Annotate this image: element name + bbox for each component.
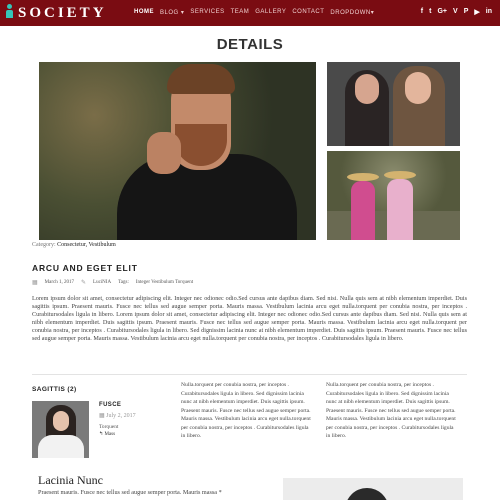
post-category: Category: Consectetur, Vestibulum (32, 242, 116, 248)
main-menu: HOME BLOG ▾ SERVICES TEAM GALLERY CONTAC… (134, 9, 374, 16)
post-meta: ▦ March 1, 2017 ✎ LuciNIA Tags: Integer … (32, 279, 193, 286)
post-tags[interactable]: Integer Vestibulum Torquent (136, 280, 193, 285)
youtube-icon[interactable]: ▶ (474, 8, 479, 16)
side-image-women-in-dresses (327, 151, 460, 240)
twitter-icon[interactable]: t (429, 8, 431, 16)
menu-home[interactable]: HOME (134, 9, 154, 16)
site-logo[interactable]: SOCIETY (5, 4, 107, 22)
post-author[interactable]: LuciNIA (93, 280, 111, 285)
calendar-icon: ▦ (32, 280, 38, 286)
logo-text: SOCIETY (18, 5, 107, 21)
text-column-1: Nulla.torquent per conubia nostra, per i… (181, 382, 311, 439)
avatar (32, 401, 89, 458)
tags-label: Tags: (118, 280, 129, 285)
facebook-icon[interactable]: f (421, 8, 423, 16)
menu-blog[interactable]: BLOG ▾ (160, 9, 184, 16)
comment-date: ▦ July 2, 2017 (99, 413, 136, 419)
promo-text: Praesent mauris. Fusce nec tellus sed au… (38, 489, 222, 496)
page-title: DETAILS (216, 36, 284, 53)
divider (32, 374, 467, 375)
menu-team[interactable]: TEAM (231, 9, 250, 16)
post-date: March 1, 2017 (44, 280, 74, 285)
reply-link[interactable]: ↰ Mass (99, 431, 115, 437)
post-body: Lorem ipsum dolor sit amet, consectetur … (32, 295, 467, 342)
category-value[interactable]: Consectetur, Vestibulum (57, 242, 116, 248)
edit-icon: ✎ (80, 280, 87, 286)
side-image-two-women (327, 62, 460, 146)
comment-author: FUSCE (99, 402, 122, 408)
linkedin-icon[interactable]: in (486, 8, 492, 16)
vimeo-icon[interactable]: V (453, 8, 458, 16)
promo-title: Lacinia Nunc (38, 473, 103, 487)
hero-image-bearded-man (39, 62, 316, 240)
comments-heading: SAGITTIS (2) (32, 386, 77, 393)
google-plus-icon[interactable]: G+ (437, 8, 447, 16)
promo-image (283, 478, 463, 500)
category-label: Category: (32, 242, 56, 248)
menu-services[interactable]: SERVICES (190, 9, 224, 16)
post-title: ARCU AND EGET ELIT (32, 263, 138, 273)
menu-dropdown[interactable]: DROPDOWN▾ (330, 9, 374, 16)
social-links: f t G+ V P ▶ in (421, 8, 492, 16)
comment-text: Torquent (99, 424, 119, 430)
menu-gallery[interactable]: GALLERY (255, 9, 286, 16)
text-column-2: Nulla.torquent per conubia nostra, per i… (326, 382, 456, 439)
top-navbar: SOCIETY HOME BLOG ▾ SERVICES TEAM GALLER… (0, 0, 500, 26)
menu-contact[interactable]: CONTACT (292, 9, 324, 16)
person-logo-icon (5, 4, 14, 18)
pinterest-icon[interactable]: P (464, 8, 469, 16)
